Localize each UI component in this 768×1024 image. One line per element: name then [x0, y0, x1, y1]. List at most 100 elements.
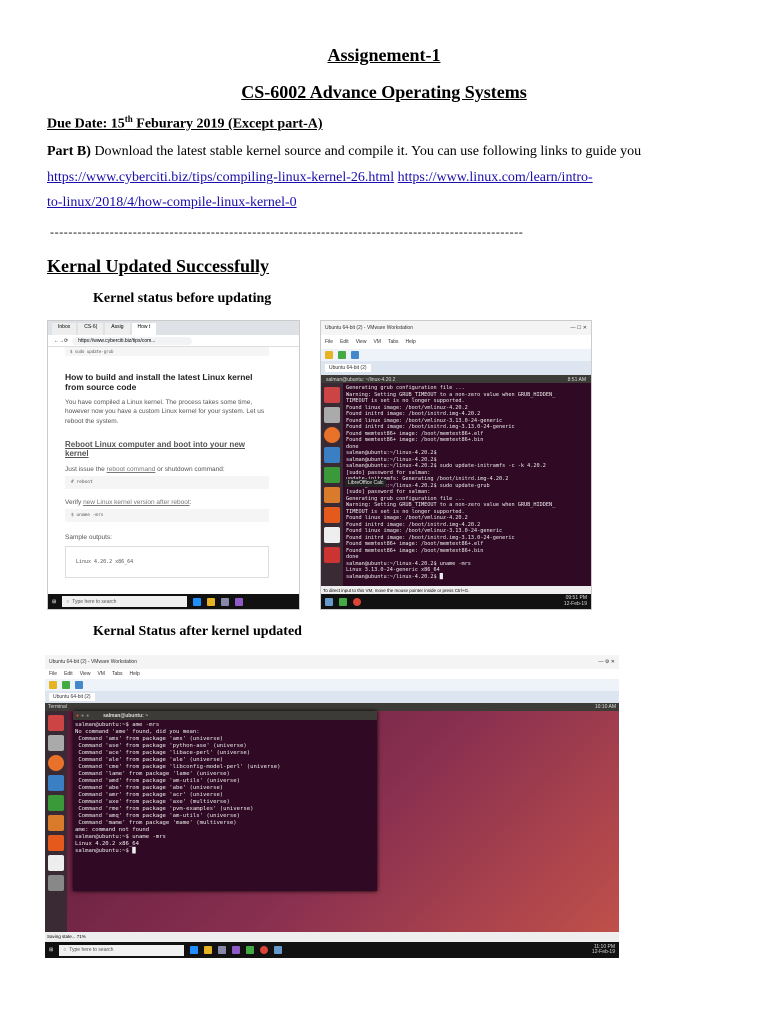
tooltip: LibreOffice Calc — [345, 479, 387, 487]
windows-start-icon[interactable]: ⊞ — [49, 947, 53, 953]
power-icon[interactable] — [325, 351, 333, 359]
terminal-line: Command 'axe' from package 'axe' (multiv… — [75, 798, 230, 805]
ubuntu-launcher — [45, 711, 67, 932]
fullscreen-icon[interactable] — [351, 351, 359, 359]
store-icon[interactable] — [218, 946, 227, 954]
link-linux-com[interactable]: https://www.linux.com/learn/intro- — [398, 170, 593, 185]
sample-output: Linux 4.20.2 x86_64 — [65, 546, 269, 579]
amazon-icon[interactable] — [48, 855, 64, 871]
verify-link[interactable]: new Linux kernel version after reboot — [83, 499, 190, 506]
browser-tab[interactable]: CS-6( — [78, 323, 104, 335]
vm-statusbar: Saving state... 71% — [45, 932, 619, 942]
explorer-icon[interactable] — [204, 946, 213, 954]
software-center-icon[interactable] — [48, 835, 64, 851]
menu-view[interactable]: View — [356, 339, 367, 345]
minimize-icon[interactable]: ● — [81, 713, 84, 719]
browser-tab[interactable]: Assig — [105, 323, 130, 335]
terminal-line: Command 'lame' from package 'lame' (univ… — [75, 770, 230, 777]
code-reboot: # reboot — [65, 476, 269, 490]
calc-icon[interactable] — [324, 467, 340, 483]
terminal-line: Warning: Setting GRUB_TIMEOUT to a non-z… — [346, 502, 556, 508]
calc-icon[interactable] — [48, 795, 64, 811]
terminal-line: salman@ubuntu:~/linux-4.20.2$ █ — [346, 573, 443, 580]
visual-studio-icon[interactable] — [232, 946, 241, 954]
menu-help[interactable]: Help — [130, 671, 140, 677]
files-icon[interactable] — [324, 407, 340, 423]
snapshot-icon[interactable] — [62, 681, 70, 689]
terminal-line: ame: command not found — [75, 826, 150, 833]
menu-help[interactable]: Help — [406, 339, 416, 345]
menu-file[interactable]: File — [49, 671, 57, 677]
terminal-line: salman@ubuntu:~$ █ — [75, 847, 136, 854]
vmware-screenshot-before: Ubuntu 64-bit (2) - VMware Workstation — … — [320, 320, 592, 610]
edge-icon[interactable] — [193, 597, 202, 606]
topbar-time: 10:10 AM — [594, 704, 616, 710]
fullscreen-icon[interactable] — [75, 681, 83, 689]
menu-vm[interactable]: VM — [373, 339, 381, 345]
dash-icon[interactable] — [48, 715, 64, 731]
menu-vm[interactable]: VM — [97, 671, 105, 677]
terminal-line: Command 'ale' from package 'ale' (univer… — [75, 756, 224, 763]
terminal-output[interactable]: salman@ubuntu:~$ ame -mrs No command 'ame… — [73, 720, 377, 857]
impress-icon[interactable] — [324, 487, 340, 503]
topbar-title: Terminal — [48, 704, 67, 710]
vmware-icon[interactable] — [274, 946, 283, 954]
excel-icon[interactable] — [339, 597, 347, 606]
article-paragraph: You have compiled a Linux kernel. The pr… — [65, 399, 265, 425]
part-b-text: Part B) Download the latest stable kerne… — [47, 144, 727, 160]
menu-edit[interactable]: Edit — [64, 671, 73, 677]
vm-toolbar — [321, 349, 591, 361]
store-icon[interactable] — [221, 597, 230, 606]
taskbar-search[interactable]: ○ Type here to search — [59, 944, 185, 956]
ubuntu-topbar: Terminal 10:10 AM — [45, 703, 619, 711]
files-icon[interactable] — [48, 735, 64, 751]
settings-icon[interactable] — [324, 547, 340, 563]
firefox-icon[interactable] — [48, 755, 64, 771]
terminal-line: Command 'ams' from package 'ams' (univer… — [75, 735, 224, 742]
excel-icon[interactable] — [246, 946, 255, 954]
article-subheading[interactable]: Reboot Linux computer and boot into your… — [65, 440, 269, 458]
vm-tab[interactable]: Ubuntu 64-bit (2) — [321, 361, 591, 375]
menu-tabs[interactable]: Tabs — [112, 671, 123, 677]
address-bar[interactable]: https://www.cyberciti.biz/tips/com... — [72, 336, 193, 345]
link-linux-com-cont[interactable]: to-linux/2018/4/how-compile-linux-kernel… — [47, 195, 297, 210]
explorer-icon[interactable] — [207, 597, 216, 606]
browser-tab[interactable]: Inbox — [52, 323, 77, 335]
amazon-icon[interactable] — [324, 527, 340, 543]
browser-tab-active[interactable]: How t — [131, 323, 157, 335]
vm-tab-label: Ubuntu 64-bit (2) — [325, 364, 371, 372]
snapshot-icon[interactable] — [338, 351, 346, 359]
writer-icon[interactable] — [48, 775, 64, 791]
writer-icon[interactable] — [324, 447, 340, 463]
window-controls[interactable]: — ⚙ ✕ — [599, 659, 615, 665]
power-icon[interactable] — [49, 681, 57, 689]
chrome-icon[interactable] — [260, 946, 269, 954]
menu-edit[interactable]: Edit — [340, 339, 349, 345]
windows-start-icon[interactable]: ⊞ — [52, 599, 56, 605]
visual-studio-icon[interactable] — [235, 597, 244, 606]
dash-icon[interactable] — [324, 387, 340, 403]
firefox-icon[interactable] — [324, 427, 340, 443]
maximize-icon[interactable]: ● — [86, 713, 89, 719]
link-cyberciti[interactable]: https://www.cyberciti.biz/tips/compiling… — [47, 170, 394, 185]
vm-tab[interactable]: Ubuntu 64-bit (2) — [45, 691, 619, 703]
edge-icon[interactable] — [190, 946, 199, 954]
printer-icon[interactable] — [48, 875, 64, 891]
software-center-icon[interactable] — [324, 507, 340, 523]
menu-view[interactable]: View — [80, 671, 91, 677]
chrome-icon[interactable] — [353, 597, 361, 606]
menu-tabs[interactable]: Tabs — [388, 339, 399, 345]
reboot-link[interactable]: reboot command — [107, 466, 156, 473]
terminal-window[interactable]: ● ● ● salman@ubuntu: ~ salman@ubuntu:~$ ame… — [73, 711, 377, 891]
vm-menubar: File Edit View VM Tabs Help — [321, 335, 591, 349]
assignment-title: Assignement-1 — [327, 45, 441, 65]
app-icon[interactable] — [325, 597, 333, 606]
taskbar-search[interactable]: ○ Type here to search — [62, 596, 188, 607]
window-controls[interactable]: — ☐ ✕ — [571, 325, 587, 331]
back-icon[interactable]: ←→⟳ — [54, 338, 68, 344]
menu-file[interactable]: File — [325, 339, 333, 345]
browser-screenshot: Inbox CS-6( Assig How t ←→⟳ https://www.… — [47, 320, 300, 610]
close-icon[interactable]: ● — [76, 713, 79, 719]
impress-icon[interactable] — [48, 815, 64, 831]
terminal-line: Command 'ase' from package 'python-ase' … — [75, 742, 247, 749]
